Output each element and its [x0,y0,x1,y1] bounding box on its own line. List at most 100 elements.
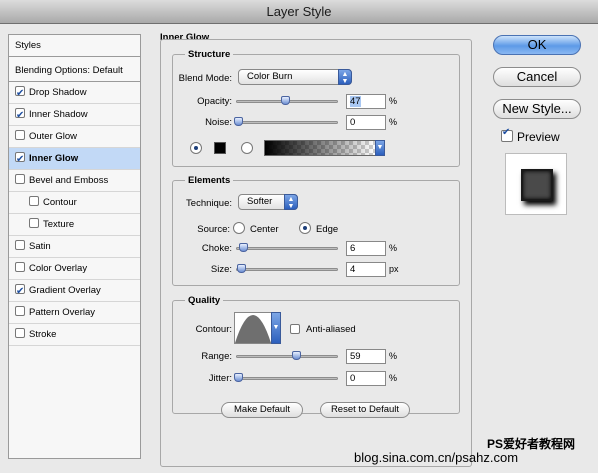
gradient-radio[interactable] [241,142,253,154]
antialiased-label[interactable]: Anti-aliased [306,324,356,335]
noise-unit: % [389,117,398,127]
styles-header[interactable]: Styles [9,35,140,57]
window-title: Layer Style [0,0,598,24]
size-input[interactable]: 4 [346,262,386,277]
style-item-bevel-and-emboss[interactable]: Bevel and Emboss [9,170,140,192]
contour-label: Contour: [195,324,232,335]
preview-toggle[interactable]: Preview [501,127,560,144]
quality-title: Quality [185,295,224,306]
contour-picker[interactable] [234,312,272,344]
solid-color-radio[interactable] [190,142,202,154]
size-slider[interactable] [236,264,338,273]
new-style-button[interactable]: New Style... [493,99,581,119]
style-checkbox[interactable] [15,328,25,338]
ok-button[interactable]: OK [493,35,581,55]
opacity-label: Opacity: [197,96,232,107]
range-slider[interactable] [236,351,338,360]
dialog-body: Styles Blending Options: Default Drop Sh… [0,24,598,473]
style-item-color-overlay[interactable]: Color Overlay [9,258,140,280]
style-checkbox[interactable] [15,281,25,303]
style-item-contour[interactable]: Contour [9,192,140,214]
noise-slider-thumb[interactable] [234,117,243,126]
style-item-gradient-overlay[interactable]: Gradient Overlay [9,280,140,303]
elements-title: Elements [185,175,234,186]
style-checkbox[interactable] [15,262,25,272]
style-item-texture[interactable]: Texture [9,214,140,236]
source-edge-label[interactable]: Edge [316,224,338,235]
choke-input[interactable]: 6 [346,241,386,256]
watermark-url: blog.sina.com.cn/psahz.com [354,450,519,465]
style-item-label: Color Overlay [29,263,88,274]
range-input[interactable]: 59 [346,349,386,364]
gradient-dropdown-icon[interactable]: ▼ [375,140,385,156]
glow-gradient-picker[interactable] [264,140,376,156]
style-item-label: Bevel and Emboss [29,175,109,186]
blending-options-item[interactable]: Blending Options: Default [9,60,140,82]
choke-unit: % [389,243,398,253]
style-item-inner-glow[interactable]: Inner Glow [9,148,140,171]
style-checkbox[interactable] [15,105,25,127]
jitter-unit: % [389,373,398,383]
style-item-label: Texture [43,219,75,230]
opacity-input[interactable]: 47 [346,94,386,109]
preview-label: Preview [517,130,560,144]
style-checkbox[interactable] [15,240,25,250]
style-checkbox[interactable] [15,306,25,316]
contour-dropdown-icon[interactable]: ▼ [271,312,281,344]
style-item-inner-shadow[interactable]: Inner Shadow [9,104,140,127]
structure-title: Structure [185,49,234,60]
preview-checkbox[interactable] [501,127,513,142]
style-item-label: Inner Shadow [29,109,88,120]
size-unit: px [389,264,399,274]
range-slider-thumb[interactable] [292,351,301,360]
contour-curve-icon [235,315,271,343]
jitter-label: Jitter: [208,373,232,384]
style-item-label: Drop Shadow [29,87,87,98]
style-item-pattern-overlay[interactable]: Pattern Overlay [9,302,140,324]
source-label: Source: [197,224,230,235]
blend-mode-select[interactable]: Color Burn ▲ ▼ [238,69,352,85]
updown-arrows-icon: ▲ ▼ [284,194,298,210]
style-checkbox[interactable] [15,130,25,140]
style-checkbox[interactable] [29,218,39,228]
style-checkbox[interactable] [29,196,39,206]
make-default-button[interactable]: Make Default [221,402,303,418]
technique-value: Softer [247,196,273,207]
jitter-input[interactable]: 0 [346,371,386,386]
style-item-label: Gradient Overlay [29,285,101,296]
choke-label: Choke: [201,243,232,254]
style-checkbox[interactable] [15,83,25,105]
style-checkbox[interactable] [15,174,25,184]
jitter-slider[interactable] [234,373,338,382]
noise-input[interactable]: 0 [346,115,386,130]
cancel-button[interactable]: Cancel [493,67,581,87]
choke-slider[interactable] [236,243,338,252]
style-item-label: Satin [29,241,51,252]
technique-select[interactable]: Softer ▲ ▼ [238,194,298,210]
noise-slider[interactable] [234,117,338,126]
size-label: Size: [210,264,232,275]
source-edge-radio[interactable] [299,222,311,234]
jitter-slider-thumb[interactable] [234,373,243,382]
style-checkbox[interactable] [15,149,25,171]
choke-slider-thumb[interactable] [239,243,248,252]
range-unit: % [389,351,398,361]
style-item-outer-glow[interactable]: Outer Glow [9,126,140,148]
style-item-satin[interactable]: Satin [9,236,140,258]
blend-mode-label: Blend Mode: [178,73,232,84]
antialiased-checkbox[interactable] [290,324,300,334]
source-center-label[interactable]: Center [250,224,279,235]
opacity-unit: % [389,96,398,106]
source-center-radio[interactable] [233,222,245,234]
opacity-slider[interactable] [236,96,338,105]
preview-swatch [521,169,553,201]
style-item-label: Outer Glow [29,131,78,142]
blend-mode-value: Color Burn [247,71,293,82]
glow-color-swatch[interactable] [214,142,226,154]
reset-default-button[interactable]: Reset to Default [320,402,410,418]
updown-arrows-icon: ▲ ▼ [338,69,352,85]
style-item-drop-shadow[interactable]: Drop Shadow [9,82,140,105]
style-item-stroke[interactable]: Stroke [9,324,140,346]
size-slider-thumb[interactable] [237,264,246,273]
opacity-slider-thumb[interactable] [281,96,290,105]
